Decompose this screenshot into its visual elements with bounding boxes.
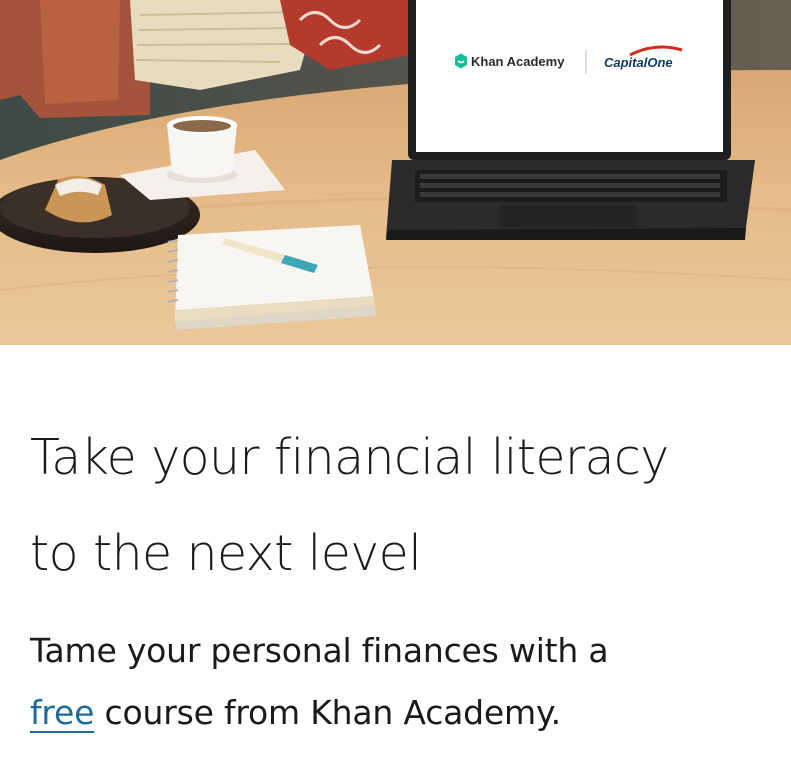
khan-academy-text: Khan Academy bbox=[471, 54, 565, 69]
description-suffix: course from Khan Academy. bbox=[94, 693, 562, 732]
hero-illustration: Khan Academy CapitalOne bbox=[0, 0, 791, 345]
khan-academy-logo: Khan Academy bbox=[455, 53, 565, 69]
headline-line-2: to the next level bbox=[30, 525, 422, 582]
hero-image: Khan Academy CapitalOne bbox=[0, 0, 791, 345]
capital-one-text: CapitalOne bbox=[604, 55, 673, 70]
promo-content: Take your financial literacy to the next… bbox=[30, 410, 770, 744]
page-title: Take your financial literacy to the next… bbox=[30, 410, 770, 602]
free-course-link[interactable]: free bbox=[30, 693, 94, 732]
description-prefix: Tame your personal finances with a bbox=[30, 631, 609, 670]
headline-line-1: Take your financial literacy bbox=[30, 429, 669, 486]
promo-description: Tame your personal finances with a free … bbox=[30, 620, 770, 744]
